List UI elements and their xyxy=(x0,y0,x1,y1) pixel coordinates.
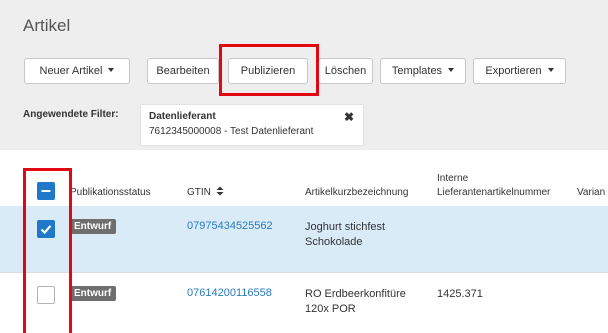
column-header-gtin[interactable]: GTIN xyxy=(187,186,224,199)
column-header-internal-line2[interactable]: Lieferantenartikelnummer xyxy=(437,186,550,199)
checkbox-column-highlight-box xyxy=(23,168,72,333)
table-row[interactable]: Entwurf 07614200116558 RO Erdbeerkonfitü… xyxy=(0,273,608,333)
filter-chip-title: Datenlieferant xyxy=(149,111,216,122)
publish-highlight-box xyxy=(219,44,319,96)
short-desc-line1: Joghurt stichfest xyxy=(305,221,386,233)
status-badge: Entwurf xyxy=(69,219,117,234)
edit-button[interactable]: Bearbeiten xyxy=(147,58,219,84)
short-desc-line2: Schokolade xyxy=(305,236,363,248)
edit-label: Bearbeiten xyxy=(156,65,210,77)
filter-bar: Angewendete Filter: Datenlieferant 76123… xyxy=(0,100,608,150)
templates-dropdown[interactable]: Templates xyxy=(380,58,466,84)
table-row[interactable]: Entwurf 07975434525562 Joghurt stichfest… xyxy=(0,206,608,272)
filter-chip-value: 7612345000008 - Test Datenlieferant xyxy=(149,126,314,137)
sort-icon xyxy=(216,186,224,196)
export-label: Exportieren xyxy=(485,65,542,77)
internal-number: 1425.371 xyxy=(437,288,483,300)
gtin-link[interactable]: 07975434525562 xyxy=(187,220,273,232)
short-desc-line1: RO Erdbeerkonfitüre xyxy=(305,288,406,300)
column-header-short-desc[interactable]: Artikelkurzbezeichnung xyxy=(305,186,408,199)
column-header-status[interactable]: Publikationsstatus xyxy=(70,186,151,199)
new-article-dropdown[interactable]: Neuer Artikel xyxy=(24,58,130,84)
export-dropdown[interactable]: Exportieren xyxy=(473,58,566,84)
column-header-variant[interactable]: Varian xyxy=(577,186,605,199)
filter-label: Angewendete Filter: xyxy=(23,109,119,120)
delete-label: Löschen xyxy=(324,65,367,77)
status-badge: Entwurf xyxy=(69,286,117,301)
caret-down-icon xyxy=(448,68,455,73)
new-article-label: Neuer Artikel xyxy=(39,65,103,77)
caret-down-icon xyxy=(547,68,554,73)
caret-down-icon xyxy=(108,68,115,73)
delete-button[interactable]: Löschen xyxy=(318,58,373,84)
gtin-link[interactable]: 07614200116558 xyxy=(187,287,272,299)
templates-label: Templates xyxy=(391,65,443,77)
page-title: Artikel xyxy=(23,16,71,35)
close-icon[interactable]: ✖ xyxy=(344,110,354,124)
short-desc-line2: 120x POR xyxy=(305,303,356,315)
column-header-internal-line1[interactable]: Interne xyxy=(437,172,468,185)
column-header-gtin-label: GTIN xyxy=(187,187,211,198)
filter-chip[interactable]: Datenlieferant 7612345000008 - Test Date… xyxy=(140,104,364,146)
